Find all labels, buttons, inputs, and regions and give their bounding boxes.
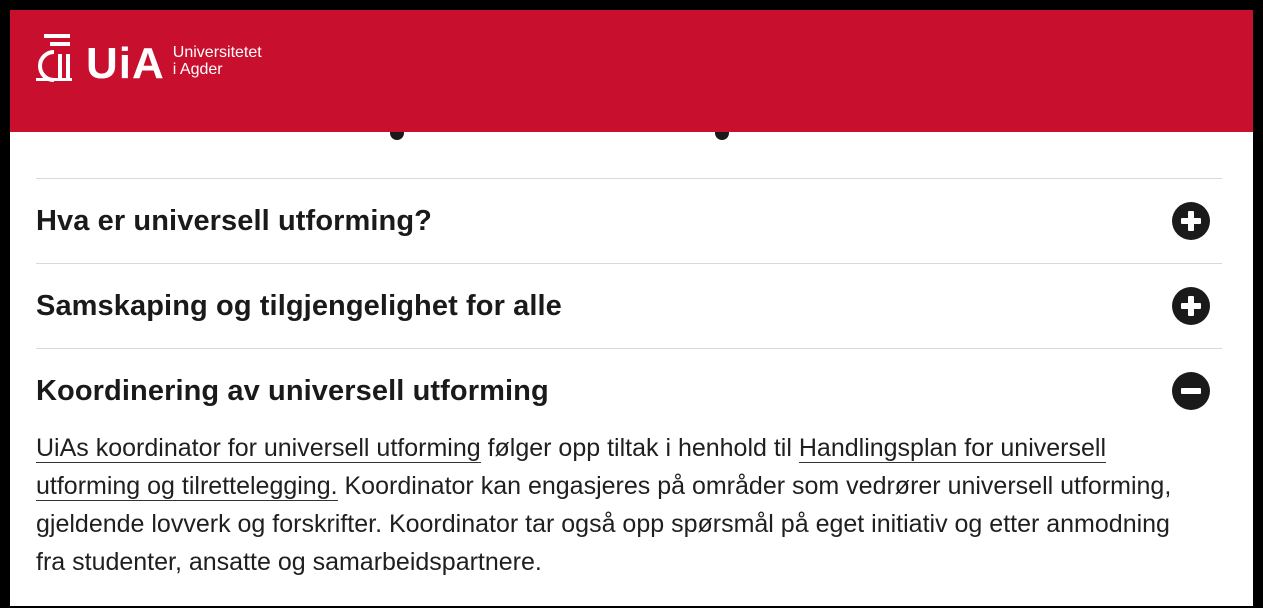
accordion-item-title: Koordinering av universell utforming xyxy=(36,374,549,407)
body-text-1: følger opp tiltak i henhold til xyxy=(480,434,799,462)
minus-circle-icon[interactable] xyxy=(1172,372,1210,410)
logo-short-name: UiA xyxy=(86,39,165,88)
accordion-item-content: UiAs koordinator for universell utformin… xyxy=(36,429,1186,581)
uia-emblem-icon xyxy=(36,34,72,82)
logo-line-2: i Agder xyxy=(172,61,223,78)
plus-circle-icon[interactable] xyxy=(1172,202,1210,240)
koordinator-link[interactable]: UiAs koordinator for universell utformin… xyxy=(36,434,481,463)
page: UiA Universitetet i Agder Hva er univers… xyxy=(10,10,1253,606)
accordion-item-samskaping[interactable]: Samskaping og tilgjengelighet for alle xyxy=(36,264,1222,348)
accordion-item-hva-er-universell-utforming[interactable]: Hva er universell utforming? xyxy=(36,179,1222,263)
logo-line-1: Universitetet xyxy=(172,44,262,61)
accordion-item-title: Samskaping og tilgjengelighet for alle xyxy=(36,289,562,322)
plus-circle-icon[interactable] xyxy=(1172,287,1210,325)
uia-logo[interactable]: UiA Universitetet i Agder xyxy=(34,34,262,86)
accordion: Hva er universell utforming? Samskaping … xyxy=(36,178,1222,581)
accordion-item-title: Hva er universell utforming? xyxy=(36,204,432,237)
site-header: UiA Universitetet i Agder xyxy=(10,10,1253,132)
accordion-item-koordinering[interactable]: Koordinering av universell utforming xyxy=(36,349,1222,433)
logo-full-name: Universitetet i Agder xyxy=(173,44,262,78)
